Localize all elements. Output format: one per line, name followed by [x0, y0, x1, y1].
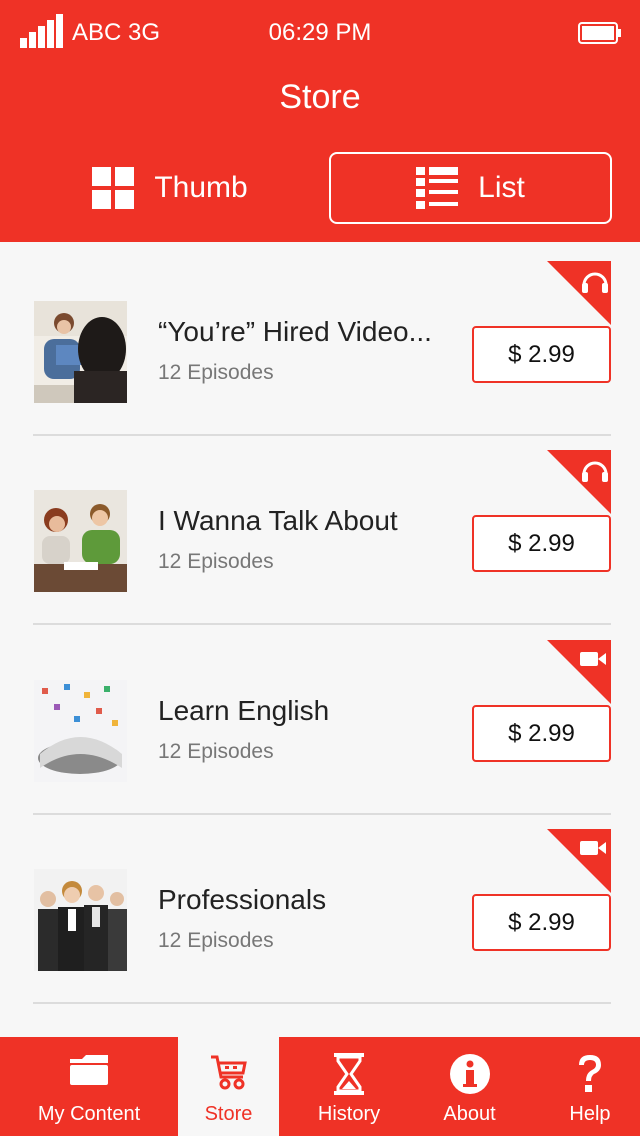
question-icon [579, 1055, 601, 1092]
price-button[interactable]: $ 2.99 [472, 894, 611, 951]
tab-about[interactable]: About [419, 1037, 520, 1136]
tab-help[interactable]: Help [540, 1037, 640, 1136]
app-header: ABC 3G 06:29 PM Store Thumb List [0, 0, 640, 242]
battery-icon [578, 22, 621, 44]
item-episodes: 12 Episodes [158, 550, 274, 573]
tab-label: History [317, 1103, 381, 1125]
corner-badge [547, 640, 611, 704]
item-episodes: 12 Episodes [158, 929, 274, 952]
item-title: “You’re” Hired Video... [158, 316, 432, 347]
item-episodes: 12 Episodes [158, 361, 274, 384]
tab-label: Store [204, 1103, 253, 1125]
list-view-toggle[interactable]: List [329, 152, 612, 224]
price-button[interactable]: $ 2.99 [472, 515, 611, 572]
grid-icon [92, 167, 135, 209]
bottom-tab-bar: My Content Store History About Help [0, 1037, 640, 1136]
store-item-list[interactable]: “You’re” Hired Video... 12 Episodes $ 2.… [0, 242, 640, 1037]
status-time: 06:29 PM [268, 19, 372, 46]
corner-badge [547, 829, 611, 893]
list-item[interactable]: I Wanna Talk About 12 Episodes $ 2.99 [0, 431, 640, 625]
list-item[interactable]: Learn English 12 Episodes $ 2.99 [0, 621, 640, 815]
corner-badge [547, 450, 611, 514]
thumb-toggle-label: Thumb [154, 171, 248, 204]
tab-label: My Content [37, 1103, 141, 1125]
list-toggle-label: List [478, 171, 525, 204]
cart-icon [210, 1055, 247, 1090]
tab-store[interactable]: Store [178, 1037, 279, 1136]
folder-icon [70, 1055, 108, 1085]
page-title: Store [279, 78, 361, 116]
list-icon [416, 167, 459, 209]
item-title: Learn English [158, 695, 330, 726]
tab-label: About [443, 1103, 496, 1125]
price-button[interactable]: $ 2.99 [472, 705, 611, 762]
tab-label: Help [569, 1103, 611, 1125]
corner-badge [547, 261, 611, 325]
item-thumbnail [34, 490, 127, 592]
item-thumbnail [34, 301, 127, 403]
item-title: I Wanna Talk About [158, 505, 398, 536]
tab-my-content[interactable]: My Content [0, 1037, 178, 1136]
info-icon [449, 1054, 490, 1094]
tab-history[interactable]: History [279, 1037, 419, 1136]
list-item[interactable]: “You’re” Hired Video... 12 Episodes $ 2.… [0, 242, 640, 436]
row-divider [33, 1002, 611, 1004]
item-title: Professionals [158, 884, 327, 915]
price-button[interactable]: $ 2.99 [472, 326, 611, 383]
list-item[interactable]: Professionals 12 Episodes $ 2.99 [0, 810, 640, 1004]
item-episodes: 12 Episodes [158, 740, 274, 763]
item-thumbnail [34, 680, 127, 782]
hourglass-icon [334, 1053, 364, 1095]
item-thumbnail [34, 869, 127, 971]
status-bar: ABC 3G 06:29 PM [0, 0, 640, 66]
thumb-view-toggle[interactable]: Thumb [30, 152, 310, 224]
